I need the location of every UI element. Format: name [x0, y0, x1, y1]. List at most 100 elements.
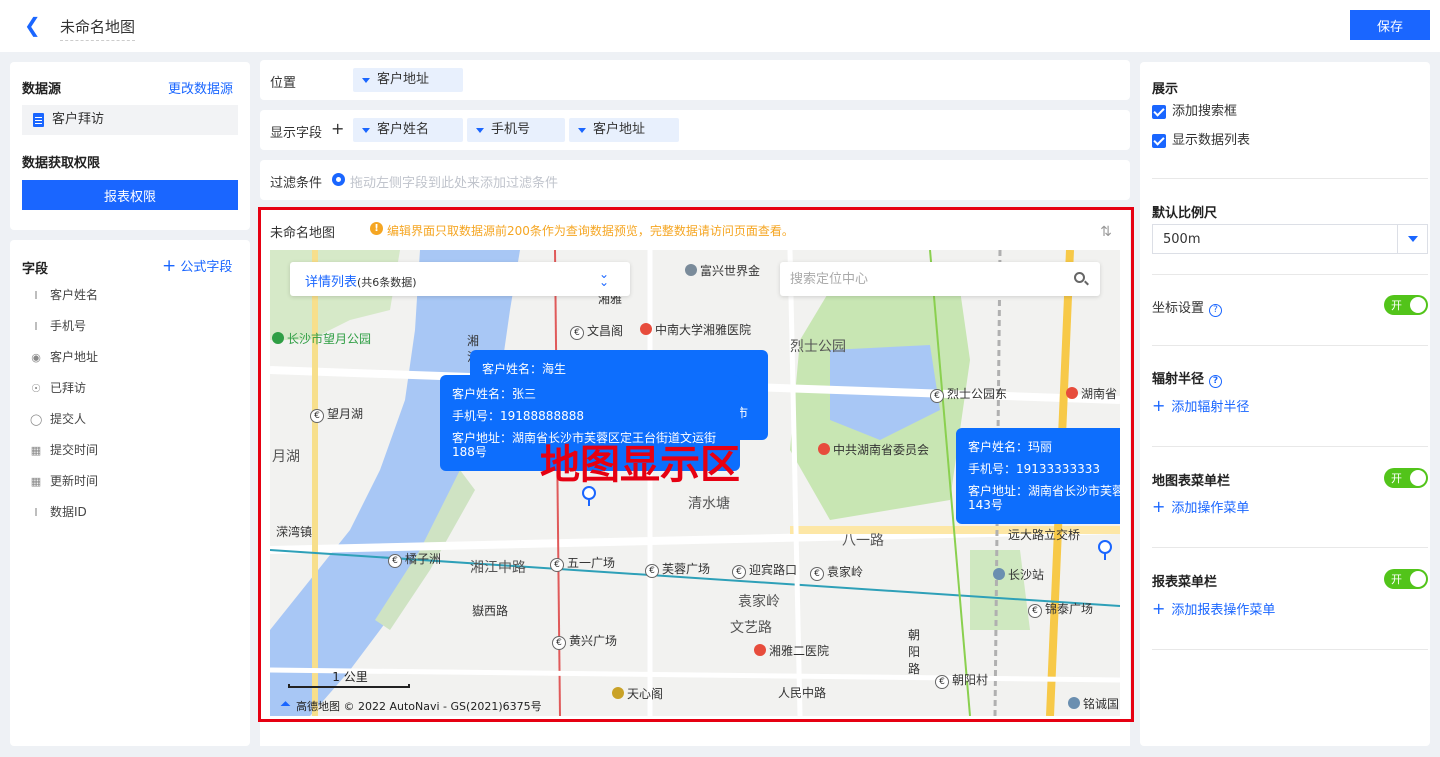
field-item-data-id[interactable]: I 数据ID [30, 502, 87, 522]
map-label: 长沙站 [993, 566, 1044, 583]
top-bar: ❮ 未命名地图 保存 [0, 0, 1440, 52]
detail-list-count: (共6条数据) [357, 276, 417, 289]
field-item-customer-name[interactable]: I 客户姓名 [30, 285, 98, 305]
popup-address-line2: 143号 [968, 498, 1003, 512]
scale-label: 1 公里 [332, 670, 368, 684]
display-chip-address[interactable]: 客户地址 [569, 118, 679, 142]
report-menu-heading: 报表菜单栏 [1152, 575, 1218, 590]
location-icon: ◉ [31, 351, 41, 364]
field-item-address[interactable]: ◉ 客户地址 [30, 347, 98, 367]
map-label: € 五一广场 [550, 554, 615, 572]
map-label: 中共湖南省委员会 [818, 441, 929, 458]
position-row: 位置 客户地址 [260, 60, 1130, 100]
toggle-knob [1410, 297, 1426, 313]
field-item-phone[interactable]: I 手机号 [30, 316, 86, 336]
field-item-visited[interactable]: ☉ 已拜访 [30, 378, 86, 398]
map-card-title: 未命名地图 [270, 226, 336, 241]
popup-phone: 手机号：19188888888 [452, 409, 584, 423]
position-chip[interactable]: 客户地址 [353, 68, 463, 92]
detail-list-panel[interactable]: 详情列表(共6条数据) ⌄ ⌄ [290, 262, 630, 296]
field-label: 客户地址 [50, 350, 99, 364]
add-map-menu-button[interactable]: + 添加操作菜单 [1152, 497, 1249, 516]
map-label: 中南大学湘雅医院 [640, 321, 751, 338]
calendar-icon: ▦ [30, 444, 42, 457]
sort-icon[interactable]: ⇅ [1096, 222, 1116, 242]
help-icon[interactable]: ? [1209, 375, 1223, 388]
map-label: 文艺路 [730, 620, 772, 636]
map-label: 溁湾镇 [276, 525, 313, 539]
display-chip-phone[interactable]: 手机号 [467, 118, 565, 142]
field-label: 客户姓名 [50, 288, 99, 302]
report-permission-button[interactable]: 报表权限 [22, 180, 238, 210]
scale-heading: 默认比例尺 [1152, 206, 1218, 221]
datasource-heading: 数据源 [22, 82, 62, 97]
customer-popup[interactable]: 客户姓名：玛丽 手机号：19133333333 客户地址：湖南省长沙市芙蓉 14… [956, 428, 1120, 524]
divider [1152, 345, 1428, 346]
map-label: 烈士公园 [790, 339, 846, 355]
save-button[interactable]: 保存 [1350, 10, 1430, 40]
add-radius-button[interactable]: + 添加辐射半径 [1152, 396, 1249, 415]
map-label: 朝 [908, 628, 921, 642]
add-map-menu-label: 添加操作菜单 [1171, 501, 1250, 516]
field-item-submitter[interactable]: ◯ 提交人 [30, 409, 86, 429]
text-icon: I [34, 289, 38, 302]
text-icon: I [34, 320, 38, 333]
datasource-panel: 数据源 更改数据源 客户拜访 数据获取权限 报表权限 [10, 62, 250, 230]
filter-row: 过滤条件 拖动左侧字段到此处来添加过滤条件 [260, 160, 1130, 200]
back-arrow-icon[interactable]: ❮ [24, 14, 46, 36]
toggle-label: 开 [1391, 299, 1402, 312]
map-label: € 朝阳村 [935, 671, 988, 689]
radius-heading: 辐射半径? [1152, 368, 1223, 388]
filter-drop-hint: 拖动左侧字段到此处来添加过滤条件 [350, 176, 559, 191]
toggle-knob [1410, 571, 1426, 587]
plus-icon: + [1152, 599, 1166, 618]
map-label: € 烈士公园东 [930, 385, 1007, 403]
map-title-editable[interactable]: 未命名地图 [60, 16, 136, 41]
change-datasource-link[interactable]: 更改数据源 [168, 78, 233, 97]
field-label: 数据ID [50, 505, 87, 519]
display-fields-label: 显示字段 [270, 126, 323, 141]
map-label: € 迎宾路口 [732, 561, 797, 579]
map-label: 八一路 [842, 533, 884, 549]
field-item-submit-time[interactable]: ▦ 提交时间 [30, 440, 98, 460]
map-label: 嶽西路 [472, 604, 509, 618]
location-search-input[interactable] [780, 262, 1100, 296]
add-report-menu-button[interactable]: + 添加报表操作菜单 [1152, 599, 1275, 618]
map-label: 湖南省 [1066, 385, 1117, 402]
map-label: € 文昌阁 [570, 322, 623, 340]
user-icon: ◯ [30, 413, 43, 426]
show-list-checkbox[interactable]: 显示数据列表 [1152, 133, 1250, 149]
datasource-item[interactable]: 客户拜访 [22, 105, 238, 135]
popup-name: 客户姓名：张三 [452, 387, 537, 401]
location-pin-icon[interactable] [1098, 540, 1112, 560]
double-chevron-down-icon[interactable]: ⌄ ⌄ [599, 268, 609, 288]
map-menu-toggle[interactable]: 开 [1384, 468, 1428, 488]
map-copyright: 高德地图 © 2022 AutoNavi - GS(2021)6375号 [275, 698, 542, 716]
preview-warning: 编辑界面只取数据源前200条作为查询数据预览，完整数据请访问页面查看。 [387, 224, 794, 238]
calendar-icon: ▦ [30, 475, 42, 488]
add-display-field-icon[interactable]: + [331, 121, 344, 137]
plus-icon: + [1152, 396, 1166, 415]
gear-icon[interactable] [332, 173, 345, 186]
display-chip-name[interactable]: 客户姓名 [353, 118, 463, 142]
field-item-update-time[interactable]: ▦ 更新时间 [30, 471, 98, 491]
map-label: € 芙蓉广场 [645, 560, 710, 578]
report-menu-toggle[interactable]: 开 [1384, 569, 1428, 589]
position-label: 位置 [270, 76, 297, 91]
map-label: 路 [908, 662, 921, 676]
map-label: 湘江中路 [470, 560, 526, 576]
add-search-checkbox[interactable]: 添加搜索框 [1152, 104, 1237, 120]
add-formula-field-button[interactable]: + 公式字段 [162, 256, 232, 276]
checkbox-checked-icon [1152, 134, 1166, 148]
caret-down-icon[interactable] [1397, 225, 1427, 253]
add-radius-label: 添加辐射半径 [1171, 400, 1250, 415]
divider [1152, 178, 1428, 179]
field-label: 已拜访 [50, 381, 87, 395]
coord-toggle[interactable]: 开 [1384, 295, 1428, 315]
add-report-menu-label: 添加报表操作菜单 [1171, 603, 1276, 618]
map-label: € 锦泰广场 [1028, 600, 1093, 618]
popup-name: 客户姓名：玛丽 [968, 440, 1053, 454]
help-icon[interactable]: ? [1209, 304, 1223, 317]
search-icon[interactable] [1074, 272, 1085, 283]
scale-select[interactable]: 500m [1152, 224, 1428, 254]
